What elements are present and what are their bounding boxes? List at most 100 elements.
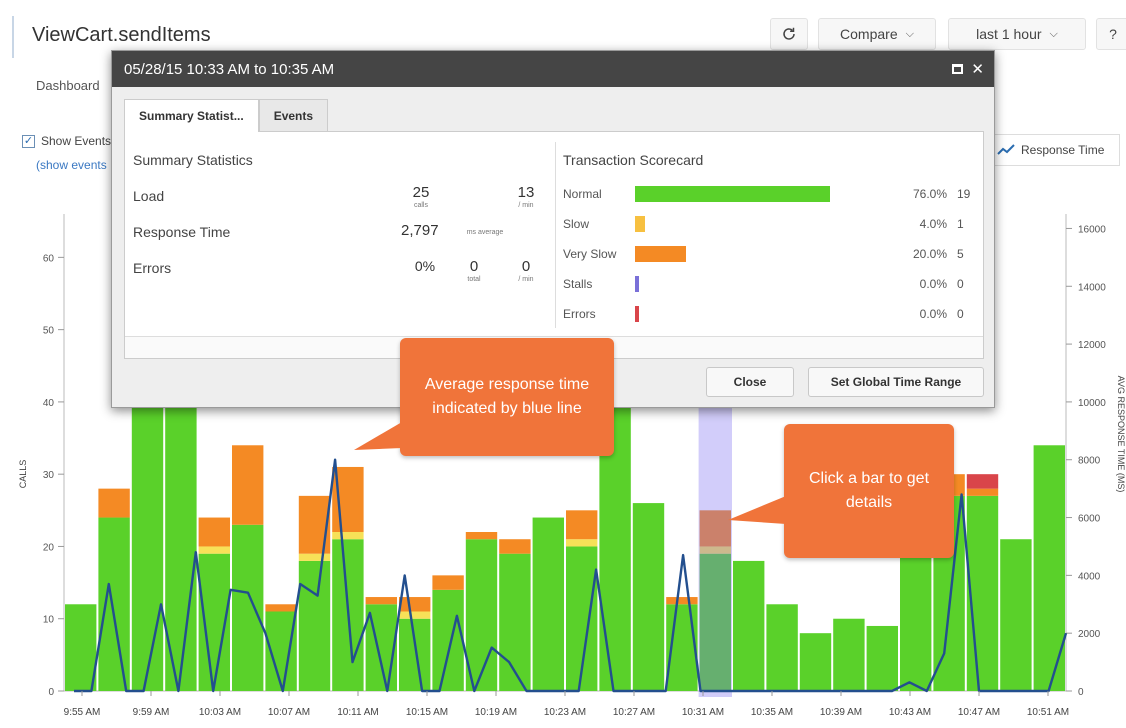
bar-normal[interactable] xyxy=(131,394,164,691)
y-tick-label: 50 xyxy=(43,326,55,337)
bar-normal[interactable] xyxy=(900,546,932,691)
bar-normal[interactable] xyxy=(866,625,898,691)
panel-divider xyxy=(555,142,556,328)
scorecard-pct: 4.0% xyxy=(919,217,947,231)
scorecard-bar xyxy=(635,306,639,322)
tab-summary-statistics[interactable]: Summary Statist... xyxy=(124,99,259,132)
bar-normal[interactable] xyxy=(65,604,97,691)
bar-normal[interactable] xyxy=(733,560,765,691)
page-title: ViewCart.sendItems xyxy=(32,24,211,46)
errors-total-value: 0 xyxy=(469,258,479,275)
time-range-dropdown[interactable]: last 1 hour ⌵ xyxy=(948,18,1086,50)
bar-very-slow[interactable] xyxy=(365,597,397,605)
bar-slow[interactable] xyxy=(399,611,431,619)
chevron-down-icon: ⌵ xyxy=(1049,27,1058,40)
bar-normal[interactable] xyxy=(465,539,498,691)
bar-very-slow[interactable] xyxy=(432,575,464,590)
bar-normal[interactable] xyxy=(399,618,431,691)
callout-pointer-left xyxy=(354,422,402,450)
scorecard-label: Errors xyxy=(563,307,596,321)
show-events-link[interactable]: (show events xyxy=(36,158,107,172)
scorecard-title: Transaction Scorecard xyxy=(563,152,704,168)
load-rate-value: 13 xyxy=(517,184,535,201)
response-time-callout: Average response time indicated by blue … xyxy=(400,338,614,456)
scorecard-bar xyxy=(635,216,646,232)
load-calls-unit: calls xyxy=(413,202,428,209)
checkbox-checked-icon[interactable]: ✓ xyxy=(22,134,35,148)
bar-slow[interactable] xyxy=(298,553,331,561)
bar-very-slow[interactable] xyxy=(666,597,698,605)
scorecard-label: Normal xyxy=(563,187,602,201)
bar-normal[interactable] xyxy=(799,633,832,691)
title-accent xyxy=(12,16,14,58)
y2-tick-label: 2000 xyxy=(1078,629,1101,640)
response-time-label: Response Time xyxy=(133,224,231,240)
bar-very-slow[interactable] xyxy=(198,517,230,547)
response-time-legend[interactable]: Response Time xyxy=(988,134,1120,166)
bar-very-slow[interactable] xyxy=(966,488,999,496)
show-events-toggle[interactable]: ✓ Show Events xyxy=(22,134,111,148)
bar-normal[interactable] xyxy=(432,589,464,691)
y-tick-label: 0 xyxy=(48,687,54,698)
x-tick-label: 10:19 AM xyxy=(475,707,517,718)
bar-slow[interactable] xyxy=(566,539,598,547)
x-tick-label: 10:51 AM xyxy=(1027,707,1069,718)
scorecard-label: Very Slow xyxy=(563,247,617,261)
bar-normal[interactable] xyxy=(298,560,331,691)
compare-dropdown[interactable]: Compare ⌵ xyxy=(818,18,936,50)
help-button[interactable]: ? xyxy=(1096,18,1126,50)
modal-header: 05/28/15 10:33 AM to 10:35 AM ✕ xyxy=(112,51,994,87)
bar-slow[interactable] xyxy=(198,546,230,554)
bar-very-slow[interactable] xyxy=(298,495,331,554)
y-tick-label: 60 xyxy=(43,253,55,264)
show-events-label: Show Events xyxy=(41,134,112,148)
bar-normal[interactable] xyxy=(1000,539,1032,691)
x-tick-label: 10:31 AM xyxy=(682,707,724,718)
bar-normal[interactable] xyxy=(232,524,264,691)
bar-normal[interactable] xyxy=(766,604,798,691)
help-label: ? xyxy=(1109,26,1117,42)
errors-label: Errors xyxy=(133,260,172,276)
close-icon[interactable]: ✕ xyxy=(971,60,984,78)
bar-very-slow[interactable] xyxy=(465,532,498,540)
load-rate-unit: / min xyxy=(518,202,534,209)
bar-very-slow[interactable] xyxy=(566,510,598,540)
bar-errors[interactable] xyxy=(966,474,999,489)
bar-very-slow[interactable] xyxy=(98,488,130,518)
refresh-button[interactable] xyxy=(770,18,808,50)
bar-very-slow[interactable] xyxy=(232,445,264,525)
time-range-label: last 1 hour xyxy=(976,26,1042,42)
x-tick-label: 10:07 AM xyxy=(268,707,310,718)
bar-very-slow[interactable] xyxy=(399,597,431,612)
bar-normal[interactable] xyxy=(98,517,130,691)
response-time-callout-text: Average response time indicated by blue … xyxy=(424,376,590,417)
x-tick-label: 10:43 AM xyxy=(889,707,931,718)
bar-normal[interactable] xyxy=(532,517,564,691)
scorecard-count: 5 xyxy=(957,247,964,261)
x-tick-label: 10:15 AM xyxy=(406,707,448,718)
close-button[interactable]: Close xyxy=(706,367,794,397)
summary-statistics-title: Summary Statistics xyxy=(133,152,253,168)
errors-rate-unit: / min xyxy=(518,276,534,283)
bar-normal[interactable] xyxy=(833,618,865,691)
tab-events[interactable]: Events xyxy=(258,99,329,131)
maximize-icon[interactable] xyxy=(952,64,964,74)
bar-normal[interactable] xyxy=(632,503,665,691)
bar-very-slow[interactable] xyxy=(499,539,531,554)
scorecard-bar xyxy=(635,276,639,292)
x-tick-label: 9:59 AM xyxy=(133,707,170,718)
refresh-icon xyxy=(783,27,795,40)
bar-slow[interactable] xyxy=(332,532,364,540)
breadcrumb[interactable]: Dashboard xyxy=(36,78,100,93)
load-label: Load xyxy=(133,188,165,204)
scorecard-pct: 76.0% xyxy=(912,187,947,201)
y-tick-label: 40 xyxy=(43,398,55,409)
x-tick-label: 10:27 AM xyxy=(613,707,655,718)
chevron-down-icon: ⌵ xyxy=(905,27,914,40)
y2-tick-label: 16000 xyxy=(1078,224,1106,235)
compare-label: Compare xyxy=(840,26,898,42)
set-global-time-range-button[interactable]: Set Global Time Range xyxy=(808,367,984,397)
modal-title: 05/28/15 10:33 AM to 10:35 AM xyxy=(124,60,335,78)
y-tick-label: 20 xyxy=(43,542,55,553)
bar-very-slow[interactable] xyxy=(265,604,297,612)
